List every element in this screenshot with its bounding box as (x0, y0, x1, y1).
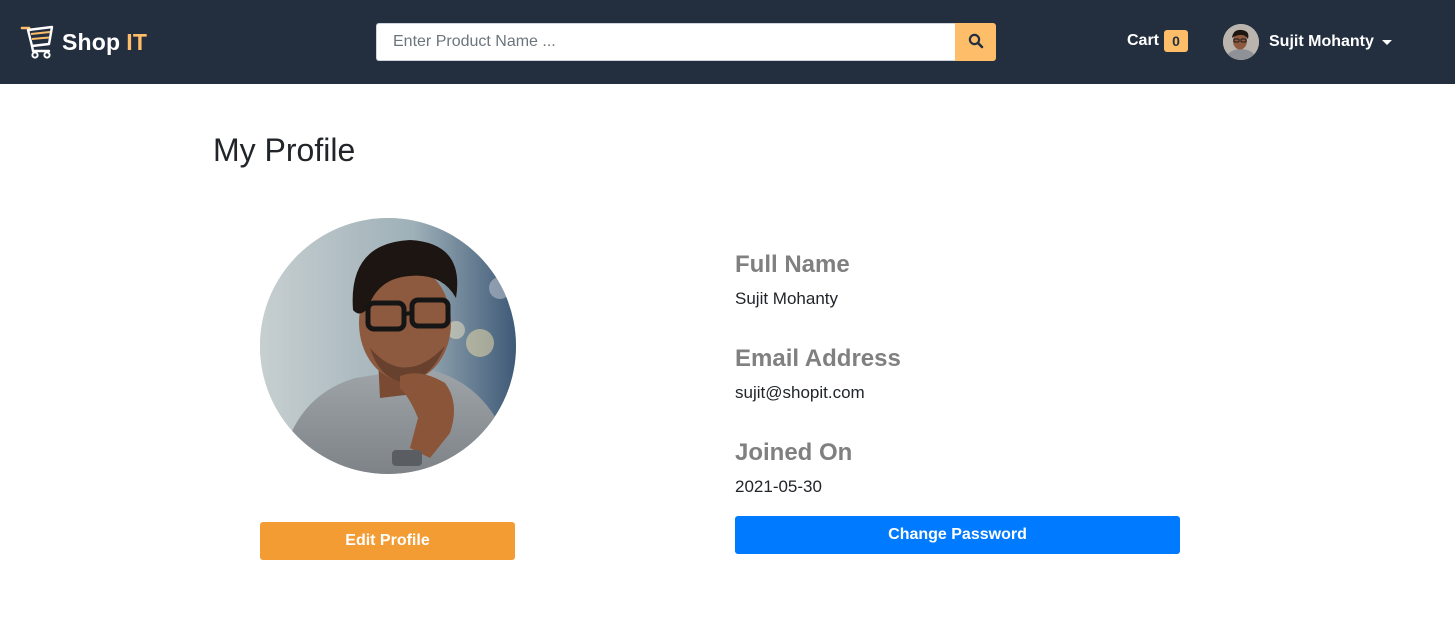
full-name-value: Sujit Mohanty (735, 289, 838, 308)
profile-photo (260, 218, 516, 474)
joined-on-value: 2021-05-30 (735, 477, 822, 496)
shopping-cart-logo-icon (20, 24, 56, 60)
cart-link[interactable]: Cart 0 (1127, 29, 1189, 53)
search-button[interactable] (955, 23, 996, 61)
brand-name: Shop IT (62, 29, 147, 56)
change-password-button[interactable]: Change Password (735, 516, 1180, 554)
page-title: My Profile (213, 132, 356, 168)
brand-name-shop: Shop (62, 28, 121, 55)
joined-on-label: Joined On (735, 439, 853, 466)
brand-logo[interactable]: Shop IT (20, 24, 147, 60)
brand-name-it: IT (126, 28, 148, 55)
search-icon (968, 33, 984, 52)
email-label: Email Address (735, 345, 901, 372)
top-navbar: ShopIT Cart 0 Sujit (0, 0, 1455, 84)
search-input[interactable] (376, 23, 955, 61)
search-bar (376, 23, 996, 61)
cart-count-badge: 0 (1164, 30, 1189, 52)
user-name: Sujit Mohanty (1269, 33, 1374, 50)
avatar (1223, 24, 1259, 60)
user-menu-toggle[interactable]: Sujit Mohanty (1223, 24, 1392, 60)
full-name-label: Full Name (735, 251, 850, 278)
email-value: sujit@shopit.com (735, 383, 865, 402)
edit-profile-button[interactable]: Edit Profile (260, 522, 515, 560)
caret-down-icon (1381, 39, 1392, 45)
cart-label: Cart (1127, 32, 1160, 49)
